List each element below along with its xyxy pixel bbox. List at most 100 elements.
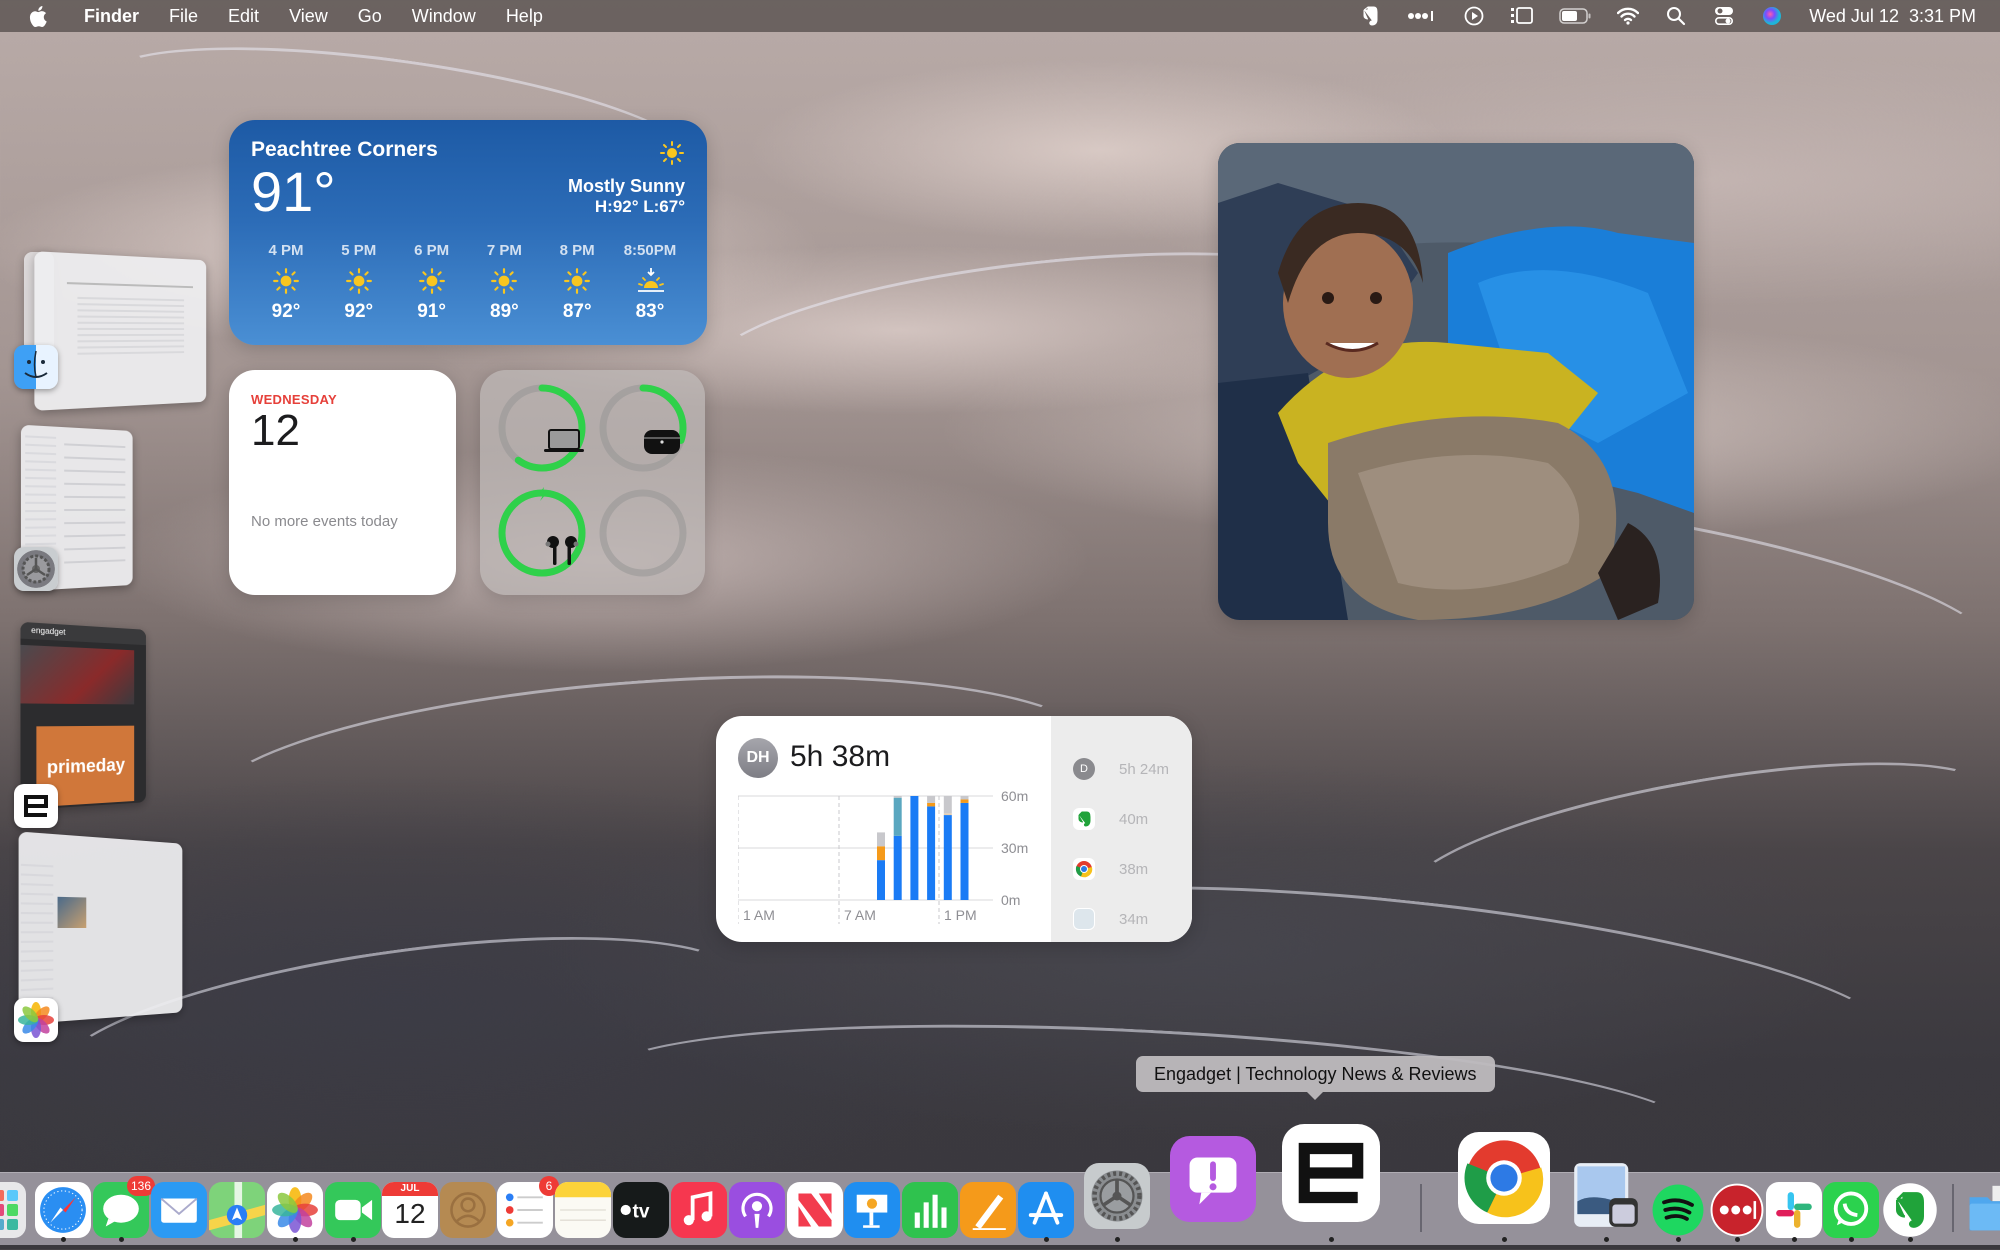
usage-bar-2pm [961,796,969,900]
hourly-forecast-item: 4 PM 92° [251,242,321,323]
hour-label: 4 PM [268,242,303,259]
menu-window[interactable]: Window [412,6,476,27]
calendar-widget[interactable]: WEDNESDAY 12 No more events today [229,370,456,595]
feedback-icon [1170,1136,1256,1222]
menu-edit[interactable]: Edit [228,6,259,27]
dock-item-messages[interactable]: 136 [93,1182,149,1238]
news-icon [787,1182,843,1238]
running-indicator [119,1237,124,1242]
photos-window-thumb [19,831,183,1024]
weather-condition: Mostly Sunny [568,176,685,197]
usage-bar-segment [927,796,935,803]
control-center-icon[interactable] [1713,5,1735,27]
dock-item-numbers[interactable] [902,1182,958,1238]
x-tick-label: 1 PM [944,907,977,923]
dock-item-evernote[interactable] [1882,1182,1938,1238]
dock-item-maps[interactable] [209,1182,265,1238]
usage-bar-segment [927,806,935,900]
dock-item-whatsapp[interactable] [1823,1182,1879,1238]
battery-ring-airpods [496,487,588,579]
menu-help[interactable]: Help [506,6,543,27]
menubar-clock[interactable]: Wed Jul 12 3:31 PM [1809,6,1976,27]
dock-item-tv[interactable]: tv [613,1182,669,1238]
dock-item-calendar[interactable]: JUL 12 [382,1182,438,1238]
dock-item-facetime[interactable] [325,1182,381,1238]
dock-item-contacts[interactable] [440,1182,496,1238]
evernote-icon[interactable] [1359,5,1381,27]
running-indicator [1329,1237,1334,1242]
usage-bar-segment [944,813,952,815]
dock-item-reminders[interactable]: 6 [497,1182,553,1238]
search-icon[interactable] [1665,5,1687,27]
running-indicator [351,1237,356,1242]
app-usage-row: 34m [1051,894,1192,942]
whatsapp-icon [1823,1182,1879,1238]
dock-item-podcasts[interactable] [729,1182,785,1238]
siri-icon[interactable] [1761,5,1783,27]
hourly-forecast-item: 5 PM 92° [324,242,394,323]
app-usage-row: 38m [1051,844,1192,894]
dock-item-pages[interactable] [960,1182,1016,1238]
dock-item-keynote[interactable] [844,1182,900,1238]
lastpass-icon[interactable] [1407,5,1437,27]
dock-item-chrome[interactable] [1458,1132,1550,1224]
settings-icon [14,547,58,591]
menu-view[interactable]: View [289,6,328,27]
dock-item-preview[interactable] [1571,1160,1641,1230]
menu-file[interactable]: File [169,6,198,27]
running-indicator [1502,1237,1507,1242]
battery-icon[interactable] [1559,5,1591,27]
usage-bar-segment [944,815,952,900]
calendar-day: 12 [251,407,434,455]
weather-widget[interactable]: Peachtree Corners 91° Mostly Sunny H:92°… [229,120,707,345]
usage-bar-11am [910,796,918,900]
batteries-widget[interactable] [480,370,705,595]
hourly-forecast-item: 8 PM 87° [542,242,612,323]
contacts-icon [440,1182,496,1238]
running-indicator [1792,1237,1797,1242]
menu-go[interactable]: Go [358,6,382,27]
weather-high-low: H:92° L:67° [568,197,685,217]
sun-icon [563,267,591,295]
dock-item-music[interactable] [671,1182,727,1238]
dock-item-downloads[interactable] [1967,1182,2000,1238]
engadget-window-thumb: engadget primeday [20,622,145,810]
app-usage-time: 5h 24m [1119,761,1169,778]
dock-item-slack[interactable] [1766,1182,1822,1238]
dock-item-app-store[interactable] [1018,1182,1074,1238]
dock-item-notes[interactable] [555,1182,611,1238]
dock-item-lastpass[interactable] [1709,1182,1765,1238]
sun-icon [345,267,373,295]
battery-ring-macbook [496,382,588,474]
dock-item-mail[interactable] [151,1182,207,1238]
mail-icon [151,1182,207,1238]
dock-item-safari[interactable] [35,1182,91,1238]
y-tick-label: 0m [1001,892,1020,908]
weather-hourly-forecast: 4 PM 92° 5 PM 92° 6 PM 91° 7 PM 89° 8 PM 87°… [251,242,685,323]
dock-item-feedback-assistant[interactable] [1170,1136,1256,1222]
dock-item-launchpad[interactable] [0,1182,26,1238]
dock-item-news[interactable] [787,1182,843,1238]
stage-manager-icon[interactable] [1511,5,1533,27]
dock-item-system-settings[interactable] [1084,1163,1150,1229]
hourly-forecast-item: 7 PM 89° [469,242,539,323]
dock-item-photos[interactable] [267,1182,323,1238]
screen-time-app-list: D 5h 24m 40m 38m 34m [1051,716,1192,942]
usage-bar-segment [877,846,885,860]
slack-icon [1766,1182,1822,1238]
dock-item-engadget[interactable] [1282,1124,1380,1222]
hour-temp: 91° [417,301,446,323]
app-usage-row: 40m [1051,794,1192,844]
dock-item-spotify[interactable] [1650,1182,1706,1238]
play-circle-icon[interactable] [1463,5,1485,27]
usage-bar-segment [877,832,885,846]
photo-widget[interactable] [1218,143,1694,620]
folder-icon [1967,1182,2000,1238]
hourly-forecast-item: 8:50PM 83° [615,242,685,323]
apple-menu-icon[interactable] [28,5,48,27]
wifi-icon[interactable] [1617,5,1639,27]
screen-time-widget[interactable]: DH 5h 38m 60m 30m 0m 1 AM 7 AM 1 PM D 5h 24m 40… [716,716,1192,942]
running-indicator [1908,1237,1913,1242]
menu-finder[interactable]: Finder [84,6,139,27]
photos-icon [267,1182,323,1238]
